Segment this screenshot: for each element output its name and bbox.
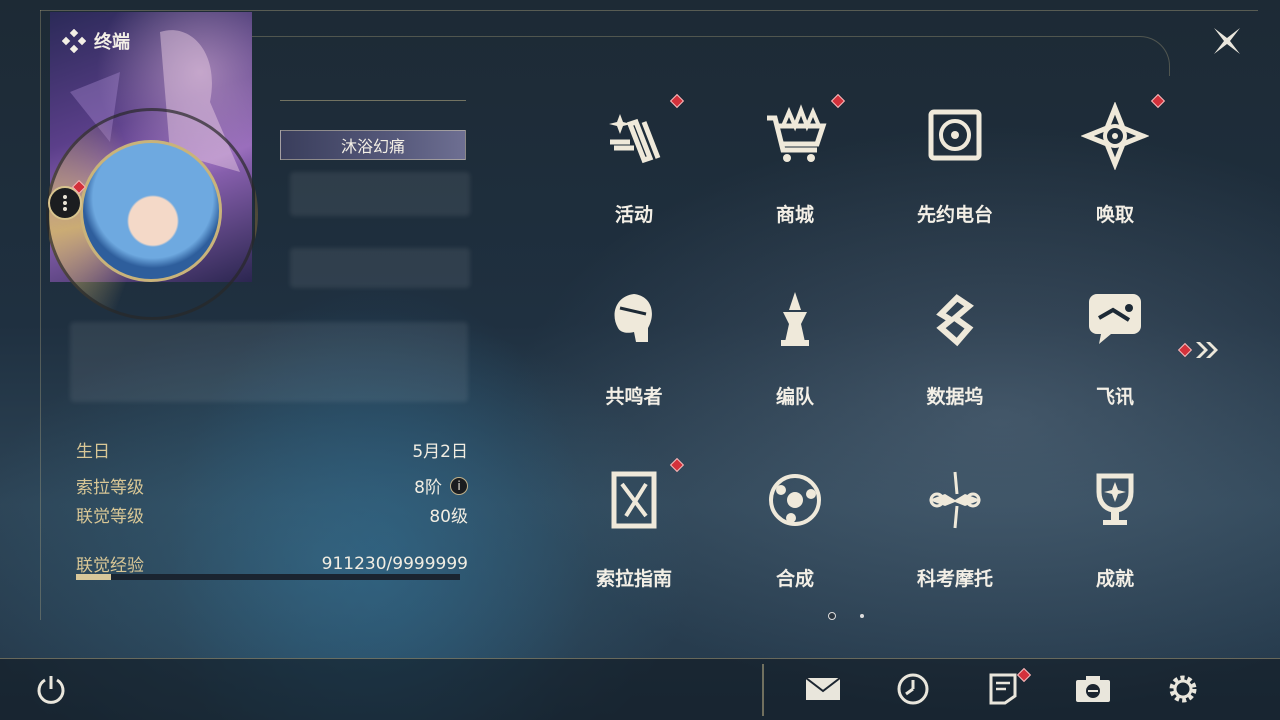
menu-item-1[interactable]: 活动 — [564, 92, 704, 242]
menu-item-6[interactable]: 编队 — [725, 274, 865, 424]
menu-item-11[interactable]: 科考摩托 — [885, 456, 1025, 606]
motorbike-icon — [921, 466, 989, 534]
menu-alert-dot — [830, 93, 846, 109]
menu-item-7[interactable]: 数据坞 — [885, 274, 1025, 424]
terminal-label: 终端 — [94, 32, 130, 53]
info-row-union-exp: 联觉经验 911230/9999999 — [76, 551, 468, 577]
clock-button[interactable] — [892, 668, 934, 710]
menu-item-label: 活动 — [614, 204, 653, 226]
menu-item-label: 商城 — [775, 204, 814, 226]
menu-item-label: 编队 — [775, 386, 814, 408]
mail-icon — [805, 677, 841, 700]
radio-icon — [921, 102, 989, 170]
close-button[interactable] — [1206, 20, 1248, 62]
blurred-uid — [290, 248, 470, 288]
menu-item-label: 飞讯 — [1095, 386, 1134, 408]
menu-item-label: 成就 — [1095, 568, 1134, 590]
frame-top-line — [40, 10, 1258, 11]
menu-item-label: 数据坞 — [926, 386, 984, 408]
summon-compass-icon — [1081, 102, 1149, 170]
data-dock-icon — [921, 284, 989, 352]
birthday-value: 5月2日 — [412, 442, 468, 462]
trophy-icon — [1081, 466, 1149, 534]
union-exp-value: 911230/9999999 — [321, 553, 468, 574]
menu-item-label: 科考摩托 — [916, 568, 993, 590]
page-dot-active[interactable] — [828, 612, 836, 620]
next-page-button[interactable] — [1177, 340, 1222, 360]
union-exp-bar-fill — [76, 574, 111, 580]
union-level-label: 联觉等级 — [76, 507, 144, 527]
menu-item-9[interactable]: 索拉指南 — [564, 456, 704, 606]
menu-alert-dot — [669, 93, 685, 109]
resonator-head-icon — [600, 284, 668, 352]
chess-team-icon — [761, 284, 829, 352]
settings-gear-icon — [1169, 675, 1197, 703]
bottom-divider — [762, 664, 764, 716]
sola-level-label: 索拉等级 — [76, 478, 144, 498]
page-indicator — [828, 612, 864, 620]
clock-icon — [897, 673, 929, 705]
menu-item-label: 共鸣者 — [605, 386, 663, 408]
close-icon — [1214, 28, 1240, 54]
guide-book-icon — [600, 466, 668, 534]
blurred-name — [290, 172, 470, 216]
union-exp-label: 联觉经验 — [76, 556, 144, 576]
activity-icon — [600, 102, 668, 170]
shop-cart-icon — [761, 102, 829, 170]
menu-item-12[interactable]: 成就 — [1045, 456, 1185, 606]
birthday-label: 生日 — [76, 442, 110, 462]
more-vertical-icon — [63, 195, 67, 211]
union-level-value: 80级 — [429, 507, 468, 527]
menu-item-4[interactable]: 唤取 — [1045, 92, 1185, 242]
title-badge[interactable]: 沐浴幻痛 — [280, 130, 466, 160]
title-badge-label: 沐浴幻痛 — [340, 137, 405, 156]
frame-arc — [250, 36, 1170, 76]
menu-item-2[interactable]: 商城 — [725, 92, 865, 242]
info-row-union-level: 联觉等级 80级 — [76, 502, 468, 527]
camera-icon — [1076, 676, 1110, 702]
info-row-birthday: 生日 5月2日 — [76, 437, 468, 462]
menu-alert-dot — [1150, 93, 1166, 109]
next-page-alert-dot — [1177, 342, 1193, 358]
menu-alert-dot — [669, 457, 685, 473]
union-exp-bar — [76, 574, 460, 580]
menu-item-8[interactable]: 飞讯 — [1045, 274, 1185, 424]
power-button[interactable] — [30, 668, 72, 710]
terminal-title: 终端 — [62, 28, 130, 54]
blurred-signature — [70, 322, 468, 402]
notice-icon — [989, 673, 1017, 705]
menu-item-5[interactable]: 共鸣者 — [564, 274, 704, 424]
menu-item-label: 索拉指南 — [595, 568, 672, 590]
page-dot[interactable] — [860, 614, 864, 618]
menu-item-label: 唤取 — [1095, 204, 1134, 226]
menu-item-label: 先约电台 — [916, 204, 993, 226]
mail-button[interactable] — [802, 668, 844, 710]
menu-item-3[interactable]: 先约电台 — [885, 92, 1025, 242]
info-row-sola-level: 索拉等级 8阶 i — [76, 473, 468, 498]
settings-button[interactable] — [1162, 668, 1204, 710]
message-bubble-icon — [1081, 284, 1149, 352]
frame-left-line — [40, 10, 41, 620]
avatar[interactable] — [80, 140, 222, 282]
menu-item-label: 合成 — [775, 568, 814, 590]
info-icon[interactable]: i — [450, 476, 468, 495]
name-divider — [280, 100, 466, 101]
terminal-diamond-icon — [62, 29, 86, 53]
double-chevron-right-icon — [1196, 342, 1218, 358]
menu-item-10[interactable]: 合成 — [725, 456, 865, 606]
camera-button[interactable] — [1072, 668, 1114, 710]
synthesis-icon — [761, 466, 829, 534]
power-icon — [37, 676, 65, 704]
sola-level-value: 8阶 — [414, 478, 442, 498]
